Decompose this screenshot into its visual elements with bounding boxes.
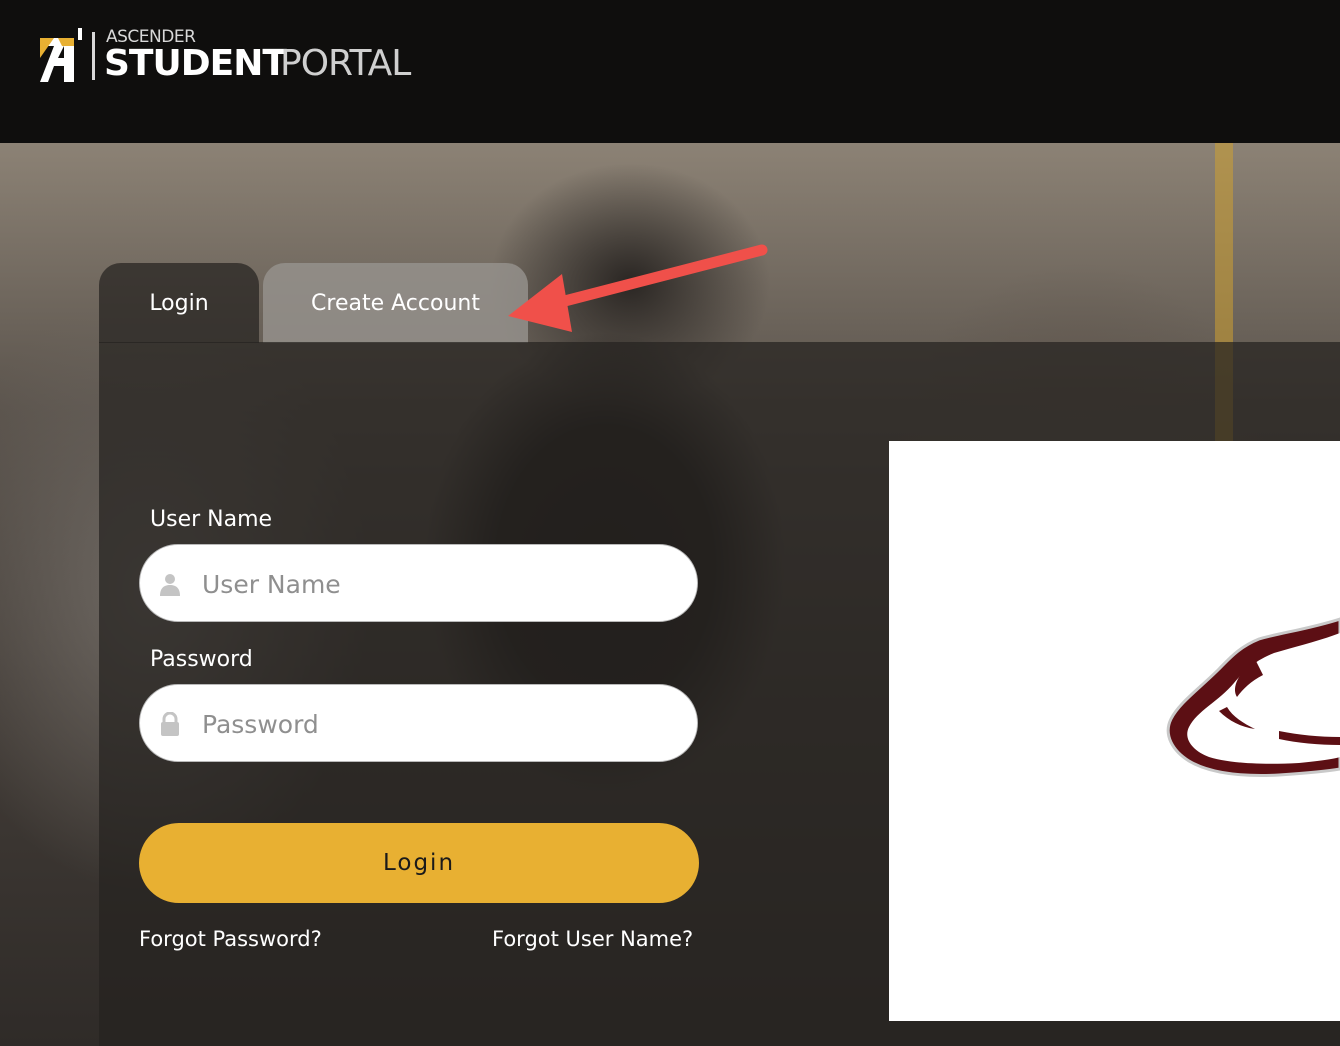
brand-student-text: STUDENT — [104, 43, 287, 84]
forgot-username-link[interactable]: Forgot User Name? — [492, 927, 693, 951]
username-label: User Name — [150, 507, 273, 532]
mascot-logo-icon — [1166, 617, 1340, 777]
ascender-student-portal-logo[interactable]: ASCENDER STUDENT PORTAL — [40, 28, 440, 88]
login-button[interactable]: Login — [139, 823, 699, 903]
user-icon — [160, 574, 180, 596]
username-field-wrapper[interactable] — [139, 544, 698, 623]
username-input[interactable] — [200, 545, 684, 623]
password-field-wrapper[interactable] — [139, 684, 698, 763]
district-logo-panel — [889, 441, 1340, 1021]
tab-login[interactable]: Login — [99, 263, 259, 343]
ascender-logo-mark-icon — [40, 28, 82, 82]
top-bar: ASCENDER STUDENT PORTAL — [0, 0, 1340, 143]
forgot-password-link[interactable]: Forgot Password? — [139, 927, 322, 951]
brand-portal-text: PORTAL — [280, 43, 411, 84]
tab-create-account[interactable]: Create Account — [263, 263, 528, 343]
logo-divider — [92, 32, 95, 80]
page: ASCENDER STUDENT PORTAL Login Create Acc… — [0, 0, 1340, 1046]
lock-icon — [161, 712, 179, 736]
password-label: Password — [150, 647, 253, 672]
password-input[interactable] — [200, 685, 684, 763]
